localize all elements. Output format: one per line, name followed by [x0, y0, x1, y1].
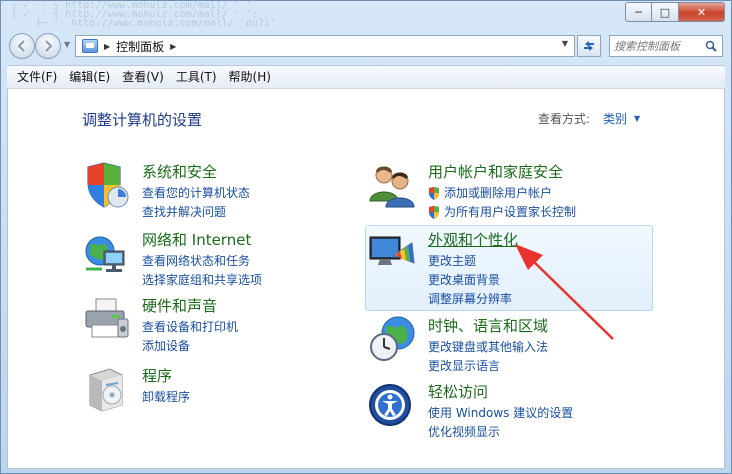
category-link[interactable]: 添加或删除用户帐户: [428, 184, 576, 203]
category-title[interactable]: 系统和安全: [142, 161, 217, 182]
category-link[interactable]: 查看您的计算机状态: [142, 184, 250, 203]
breadcrumb-control-panel[interactable]: 控制面板: [116, 38, 164, 55]
category-link[interactable]: 优化视频显示: [428, 423, 573, 442]
arrow-left-icon: [17, 40, 25, 52]
category-link[interactable]: 调整屏幕分辨率: [428, 290, 512, 309]
maximize-button[interactable]: □: [652, 2, 679, 22]
control-panel-icon: [82, 39, 98, 53]
address-dropdown-icon[interactable]: ▼: [562, 39, 568, 48]
page-title: 调整计算机的设置: [82, 111, 203, 129]
window-frame: ┌ ✓ ·· ┐ http://www.mohulz.com/mall/ ' '…: [0, 0, 732, 474]
category-title[interactable]: 网络和 Internet: [142, 229, 251, 250]
category-link[interactable]: 更改显示语言: [428, 357, 548, 376]
search-icon[interactable]: [705, 40, 717, 52]
chevron-down-icon[interactable]: ▼: [634, 114, 640, 123]
menu-help[interactable]: 帮助(H): [223, 66, 277, 88]
category-link-label[interactable]: 为所有用户设置家长控制: [444, 203, 576, 222]
category-link[interactable]: 添加设备: [142, 337, 238, 356]
back-button[interactable]: [9, 33, 35, 59]
category-link[interactable]: 查看网络状态和任务: [142, 252, 262, 271]
category-link[interactable]: 更改键盘或其他输入法: [428, 338, 548, 357]
title-bar[interactable]: ┌ ✓ ·· ┐ http://www.mohulz.com/mall/ ' '…: [1, 1, 731, 27]
navigation-bar: ▼ ▶ 控制面板 ▶ ▼: [7, 32, 725, 60]
users-icon[interactable]: [368, 161, 416, 209]
menu-view[interactable]: 查看(V): [116, 66, 170, 88]
refresh-button[interactable]: [577, 35, 601, 57]
menu-file[interactable]: 文件(F): [11, 66, 63, 88]
background-window-ghost: ┌ ✓ ·· ┐ http://www.mohulz.com/mall/ ' '…: [11, 1, 276, 27]
network-globe-icon[interactable]: [82, 229, 130, 277]
category-title[interactable]: 外观和个性化: [428, 229, 518, 250]
category-link[interactable]: 更改主题: [428, 252, 512, 271]
control-panel-content: 调整计算机的设置 查看方式: 类别 ▼ 系统和安全 查看您的计算机状态 查找并解…: [7, 89, 725, 469]
category-link[interactable]: 查看设备和打印机: [142, 318, 238, 337]
category-link[interactable]: 使用 Windows 建议的设置: [428, 404, 573, 423]
menu-edit[interactable]: 编辑(E): [63, 66, 116, 88]
ease-of-access-icon[interactable]: [368, 381, 416, 429]
display-palette-icon[interactable]: [368, 229, 416, 277]
breadcrumb-separator-icon[interactable]: ▶: [104, 42, 110, 51]
menu-bar: 文件(F) 编辑(E) 查看(V) 工具(T) 帮助(H): [7, 65, 725, 89]
category-title[interactable]: 轻松访问: [428, 381, 488, 402]
search-input[interactable]: [614, 39, 704, 53]
forward-button[interactable]: [35, 33, 61, 59]
refresh-icon: [584, 41, 594, 51]
uac-shield-icon: [429, 206, 439, 219]
uac-shield-icon: [429, 187, 439, 200]
shield-icon[interactable]: [82, 161, 130, 209]
close-button[interactable]: ✕: [679, 2, 725, 22]
clock-globe-icon[interactable]: [368, 315, 416, 363]
category-link[interactable]: 查找并解决问题: [142, 203, 250, 222]
category-title[interactable]: 硬件和声音: [142, 295, 217, 316]
recent-pages-dropdown[interactable]: ▼: [64, 40, 70, 49]
menu-tools[interactable]: 工具(T): [170, 66, 223, 88]
category-link-label[interactable]: 添加或删除用户帐户: [444, 184, 552, 203]
arrow-right-icon: [45, 40, 53, 52]
programs-box-icon[interactable]: [82, 365, 130, 413]
category-title[interactable]: 用户帐户和家庭安全: [428, 161, 563, 182]
view-by-label: 查看方式:: [538, 112, 591, 126]
printer-icon[interactable]: [82, 295, 130, 343]
view-by-dropdown[interactable]: 类别: [603, 110, 627, 127]
category-title[interactable]: 程序: [142, 365, 172, 386]
category-link[interactable]: 更改桌面背景: [428, 271, 512, 290]
breadcrumb-separator-icon[interactable]: ▶: [170, 42, 176, 51]
search-box[interactable]: [609, 35, 723, 57]
category-link[interactable]: 选择家庭组和共享选项: [142, 271, 262, 290]
address-bar[interactable]: ▶ 控制面板 ▶ ▼: [75, 35, 575, 57]
minimize-button[interactable]: ─: [625, 2, 652, 22]
category-title[interactable]: 时钟、语言和区域: [428, 315, 548, 336]
category-link[interactable]: 为所有用户设置家长控制: [428, 203, 576, 222]
category-link[interactable]: 卸载程序: [142, 388, 190, 407]
